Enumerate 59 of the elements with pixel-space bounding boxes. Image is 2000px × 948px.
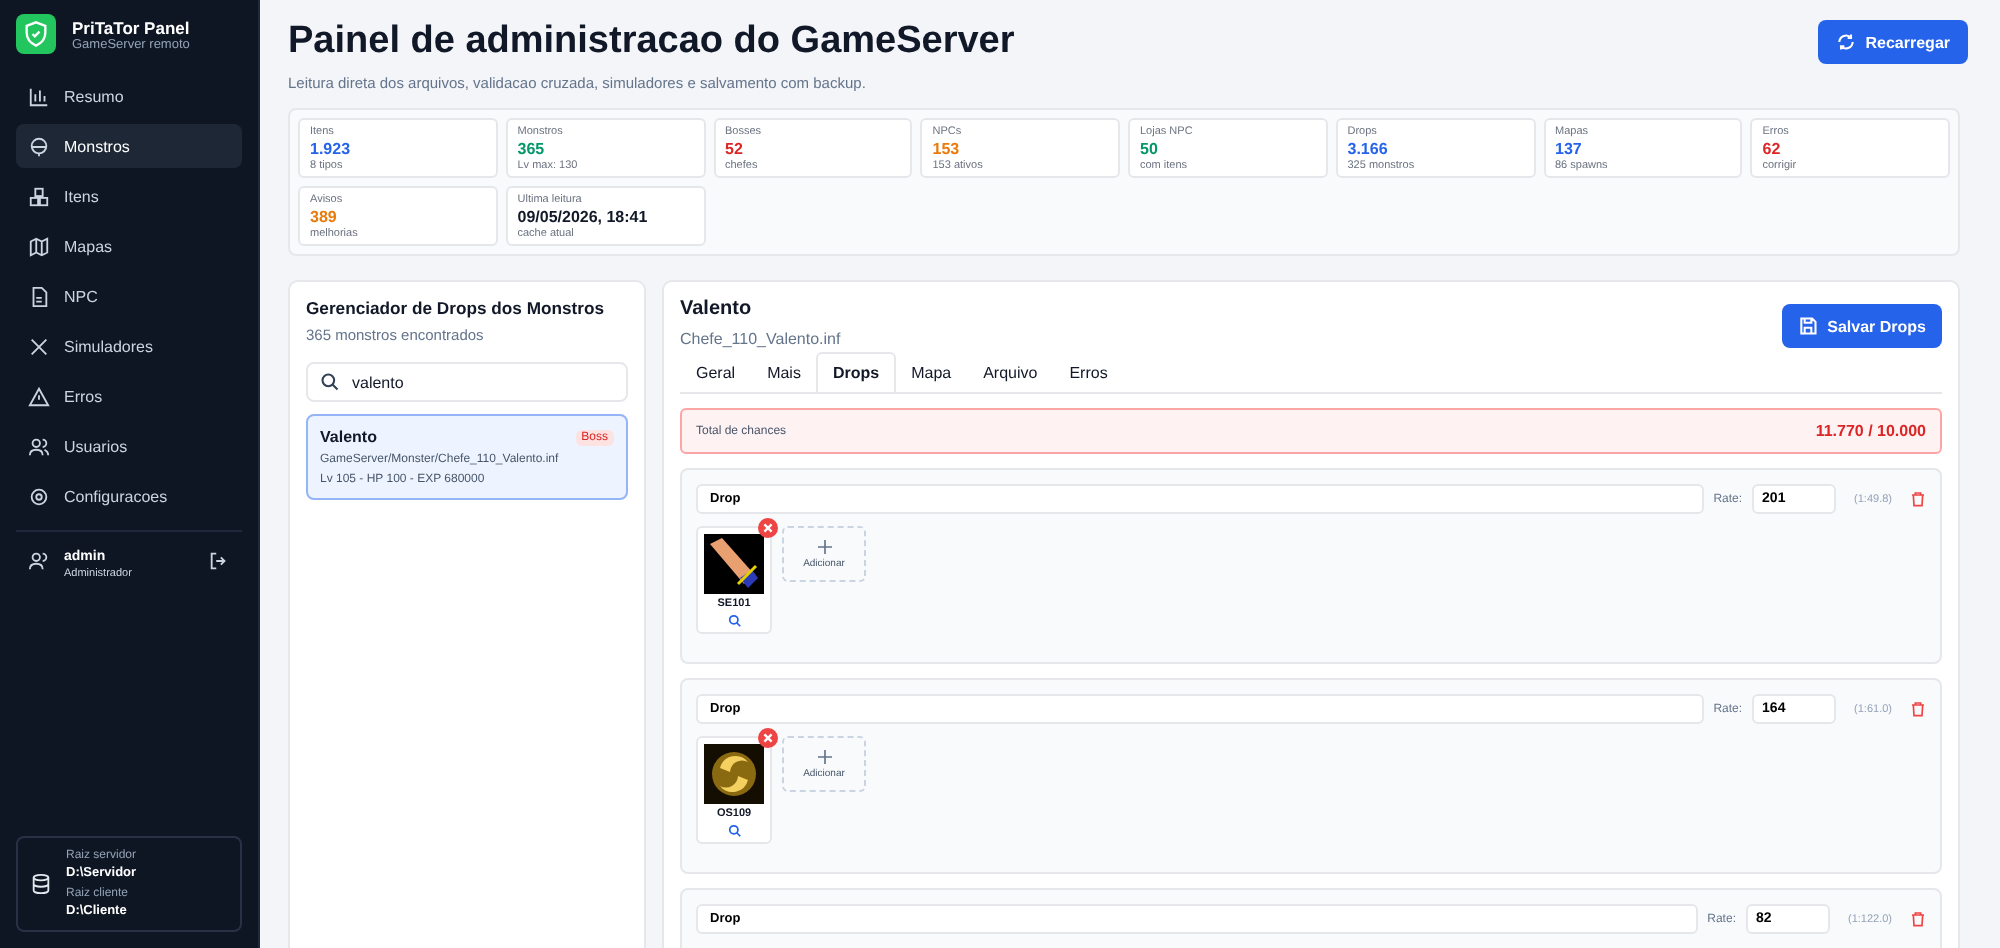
reload-button[interactable]: Recarregar: [1817, 20, 1968, 64]
tab[interactable]: Geral: [680, 352, 752, 392]
stat-value: 3.166: [1347, 140, 1390, 158]
plus-icon: [817, 749, 831, 763]
cubes-icon: [28, 185, 50, 207]
stat-value: 09/05/2026, 18:41: [517, 208, 650, 226]
stat-value: 50: [1140, 140, 1160, 158]
stat-value: 153: [932, 140, 962, 158]
plus-icon: [817, 539, 831, 553]
nav-item[interactable]: Erros: [16, 374, 242, 418]
stat-value: 137: [1555, 140, 1584, 158]
stat-value: 62: [1762, 140, 1783, 158]
panel-title: Gerenciador de Drops dos Monstros: [306, 298, 606, 318]
magnifier-icon[interactable]: [727, 824, 741, 838]
users-icon: [28, 435, 50, 457]
sword-item-icon: [704, 534, 764, 594]
trash-icon[interactable]: [1910, 700, 1926, 718]
stat-value: 52: [725, 140, 745, 158]
stat-value: 389: [310, 208, 339, 226]
warning-icon: [28, 385, 50, 407]
page-title: Painel de administracao do GameServer: [288, 20, 1015, 64]
tab[interactable]: Erros: [1053, 352, 1124, 392]
nav-item[interactable]: Mapas: [16, 224, 242, 268]
database-icon: [30, 872, 52, 896]
nav-item[interactable]: Simuladores: [16, 324, 242, 368]
save-drops-button[interactable]: Salvar Drops: [1781, 304, 1942, 348]
users-icon: [28, 550, 50, 572]
nav-item[interactable]: Resumo: [16, 74, 242, 118]
stat-value: 1.923: [310, 140, 353, 158]
nav-item[interactable]: NPC: [16, 274, 242, 318]
golden-orb-icon: [704, 744, 764, 804]
nav-item[interactable]: Itens: [16, 174, 242, 218]
refresh-icon: [1835, 32, 1856, 52]
document-icon: [28, 285, 50, 307]
search-field[interactable]: valento: [306, 362, 628, 402]
shield-logo-icon: [16, 14, 56, 54]
tab[interactable]: Drops: [816, 352, 896, 392]
chart-icon: [28, 85, 50, 107]
tab[interactable]: Mais: [751, 352, 817, 392]
monster-name: Valento: [320, 428, 377, 446]
stat-value: 365: [517, 140, 547, 158]
total-value: 11.770 / 10.000: [1815, 422, 1926, 440]
save-icon: [1797, 316, 1818, 336]
nav-item[interactable]: Monstros: [16, 124, 242, 168]
app-title: PriTaTor Panel: [72, 17, 190, 37]
remove-icon[interactable]: [758, 728, 778, 748]
nav-item[interactable]: Configuracoes: [16, 474, 242, 518]
remove-icon[interactable]: [758, 518, 778, 538]
tab[interactable]: Arquivo: [967, 352, 1054, 392]
nav-item[interactable]: Usuarios: [16, 424, 242, 468]
trash-icon[interactable]: [1910, 910, 1926, 928]
trash-icon[interactable]: [1910, 490, 1926, 508]
gear-icon: [28, 485, 50, 507]
file-name: Chefe_110_Valento.inf: [680, 330, 841, 348]
magnifier-icon[interactable]: [727, 614, 741, 628]
logout-icon[interactable]: [208, 550, 230, 572]
map-icon: [28, 235, 50, 257]
tab[interactable]: Mapa: [895, 352, 968, 392]
monster-title: Valento: [680, 298, 754, 320]
